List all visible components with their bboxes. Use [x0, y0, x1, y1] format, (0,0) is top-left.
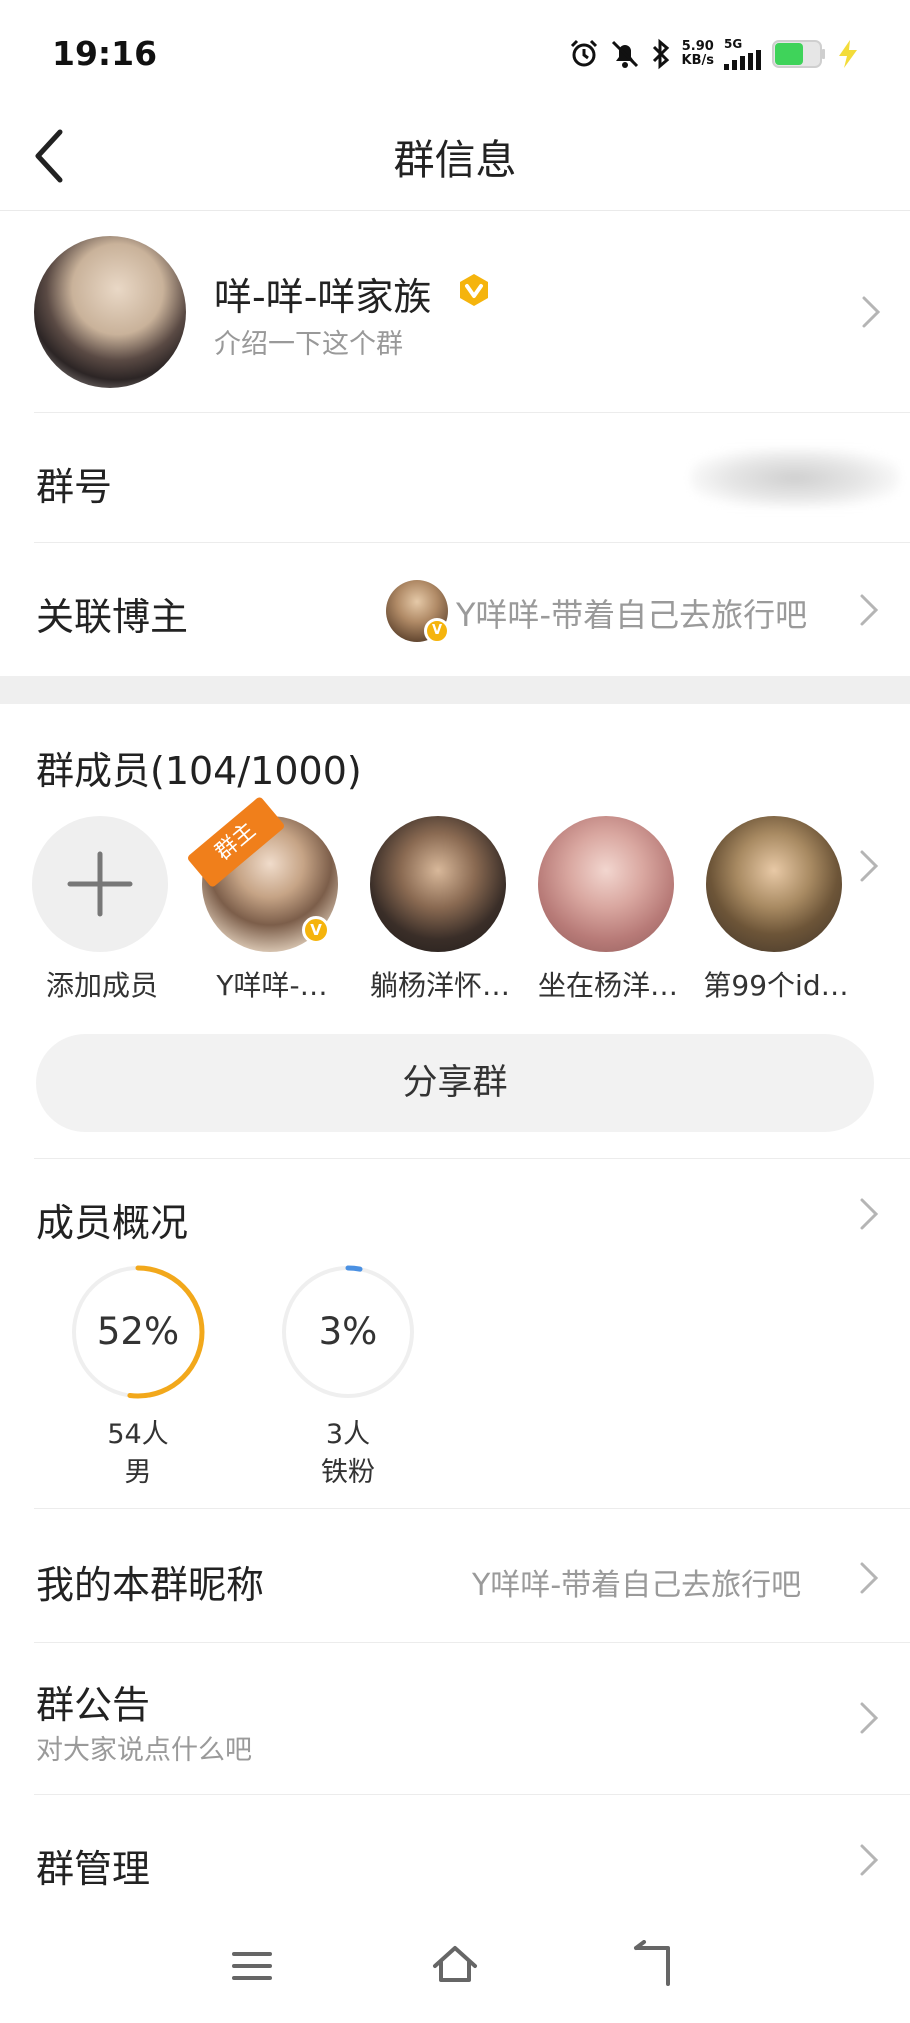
chevron-right-icon	[858, 292, 886, 332]
bluetooth-icon	[652, 38, 669, 70]
member-name: 躺杨洋怀…	[369, 969, 510, 1002]
charging-icon	[839, 40, 857, 68]
alarm-icon	[570, 39, 597, 67]
manage-label: 群管理	[36, 1847, 151, 1891]
status-time: 19:16	[52, 34, 158, 73]
signal: 5G	[724, 38, 762, 70]
blogger-avatar: V	[386, 580, 450, 644]
member-item[interactable]: 坐在杨洋…	[538, 816, 678, 1002]
member-avatar	[706, 816, 842, 952]
notice-subtext: 对大家说点什么吧	[36, 1735, 252, 1766]
members-title: 群成员(104/1000)	[36, 749, 362, 793]
members-more-chevron[interactable]	[856, 846, 884, 886]
plus-icon	[67, 851, 133, 917]
fans-category: 铁粉	[321, 1457, 375, 1488]
member-item[interactable]: V 群主 Y咩咩-…	[186, 795, 342, 1002]
page-title: 群信息	[393, 136, 517, 184]
divider	[34, 1794, 910, 1795]
add-member-button[interactable]: 添加成员	[32, 816, 172, 1002]
divider	[34, 412, 910, 413]
net-speed-unit: KB/s	[681, 53, 714, 68]
linked-blogger-name: Y咩咩-带着自己去旅行吧	[456, 596, 808, 634]
chevron-right-icon	[856, 1840, 884, 1880]
add-member-circle	[32, 816, 168, 952]
verified-v-icon: V	[302, 916, 330, 944]
member-avatar	[538, 816, 674, 952]
member-item[interactable]: 躺杨洋怀…	[370, 816, 510, 1002]
divider	[34, 1158, 910, 1159]
signal-bars-icon	[724, 50, 761, 70]
group-description: 介绍一下这个群	[214, 329, 403, 360]
male-count: 54人	[107, 1419, 169, 1450]
group-number-blurred	[690, 448, 900, 508]
chevron-right-icon	[860, 850, 879, 882]
member-avatar	[370, 816, 506, 952]
mute-bell-icon	[611, 40, 638, 68]
male-percent: 52%	[96, 1310, 180, 1353]
notice-label: 群公告	[36, 1683, 151, 1727]
overview-title: 成员概况	[36, 1201, 189, 1245]
net-speed-value: 5.90	[681, 39, 714, 54]
share-group-button[interactable]: 分享群	[36, 1034, 874, 1132]
male-category: 男	[124, 1457, 152, 1488]
fans-count: 3人	[325, 1419, 371, 1450]
header-divider	[0, 210, 910, 211]
divider	[34, 542, 910, 543]
nickname-value: Y咩咩-带着自己去旅行吧	[472, 1568, 802, 1603]
status-icons: 5.90 KB/s 5G	[568, 34, 860, 74]
verified-v-icon: V	[424, 618, 450, 644]
verified-badge-icon	[460, 274, 488, 306]
member-name: 添加成员	[45, 969, 158, 1002]
linked-blogger-label: 关联博主	[36, 595, 189, 639]
member-name: 坐在杨洋…	[537, 969, 678, 1002]
fans-percent: 3%	[318, 1310, 378, 1353]
menu-icon[interactable]	[230, 1946, 274, 1986]
member-name: Y咩咩-…	[216, 969, 328, 1002]
home-icon[interactable]	[430, 1942, 480, 1986]
chevron-right-icon	[856, 1698, 884, 1738]
group-number-label: 群号	[36, 465, 113, 509]
divider	[34, 1642, 910, 1643]
nickname-label: 我的本群昵称	[36, 1563, 265, 1607]
member-item[interactable]: 第99个id…	[703, 816, 849, 1002]
battery-icon	[772, 40, 825, 68]
network-type: 5G	[724, 37, 743, 51]
group-name: 咩-咩-咩家族	[214, 275, 432, 319]
chevron-right-icon	[856, 590, 884, 630]
member-name: 第99个id…	[703, 969, 849, 1002]
divider	[34, 1508, 910, 1509]
chevron-right-icon	[856, 1194, 884, 1234]
return-icon[interactable]	[632, 1940, 676, 1988]
section-separator	[0, 676, 910, 704]
group-avatar	[34, 236, 186, 388]
network-speed: 5.90 KB/s	[682, 40, 714, 68]
chevron-right-icon	[856, 1558, 884, 1598]
